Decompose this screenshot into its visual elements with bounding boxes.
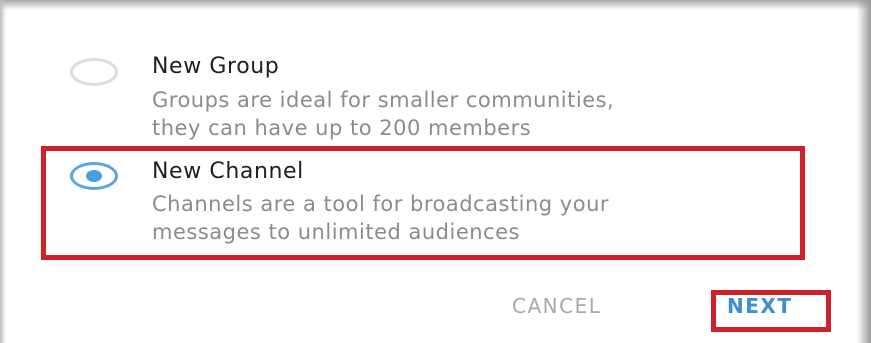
radio-new-group[interactable] [70, 58, 118, 86]
screenshot-edge-top [0, 0, 871, 10]
option-new-group[interactable]: New Group Groups are ideal for smaller c… [44, 40, 806, 140]
option-description-new-group: Groups are ideal for smaller communities… [152, 86, 614, 142]
cancel-button[interactable]: CANCEL [512, 294, 601, 318]
highlight-box-next [711, 290, 831, 332]
create-dialog: New Group Groups are ideal for smaller c… [0, 0, 871, 343]
option-title-new-group: New Group [152, 54, 280, 79]
option-description-line: Groups are ideal for smaller communities… [152, 88, 615, 112]
highlight-box-new-channel [41, 146, 805, 260]
option-description-line: they can have up to 200 members [152, 116, 532, 140]
